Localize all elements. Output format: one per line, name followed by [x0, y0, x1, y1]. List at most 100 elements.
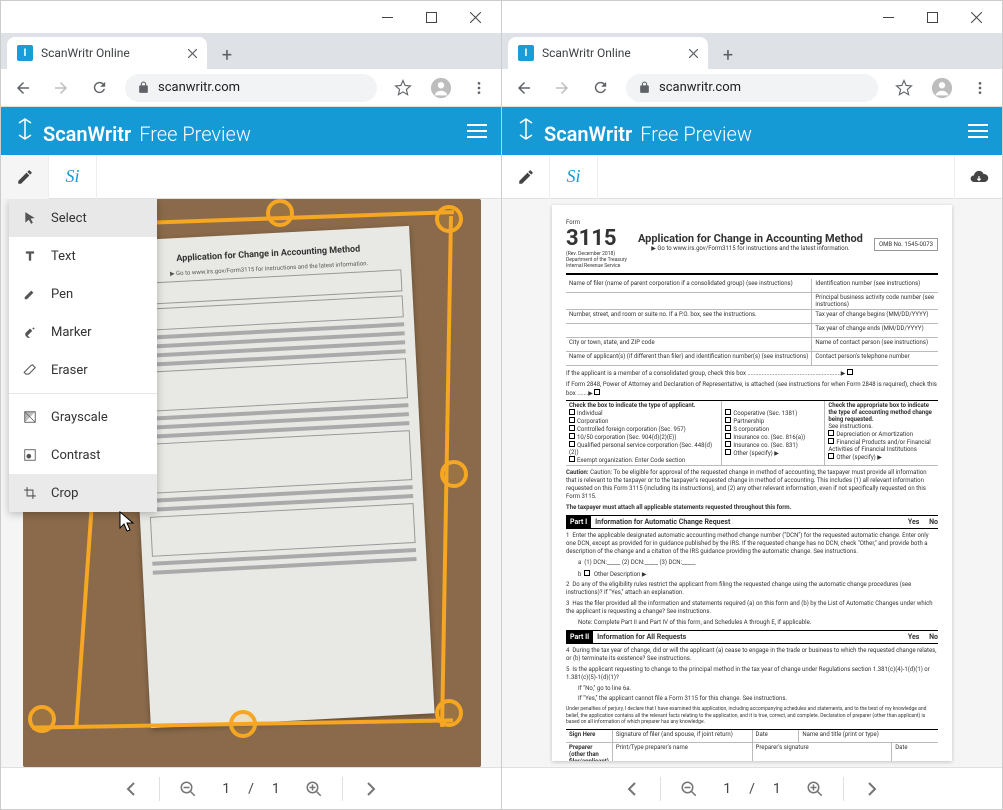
menu-separator: [9, 393, 157, 394]
brand-subtitle: Free Preview: [640, 122, 752, 146]
prev-page-button[interactable]: [109, 773, 153, 805]
select-tool-item[interactable]: Select: [9, 199, 157, 237]
zoom-out-button[interactable]: [166, 773, 210, 805]
marker-label: Marker: [51, 325, 92, 340]
app-toolbar: Si: [1, 155, 501, 199]
tab-title: ScanWritr Online: [41, 46, 180, 60]
scanned-document: Application for Change in Accounting Met…: [125, 226, 434, 729]
page-total: 1: [773, 781, 781, 797]
window-titlebar: [1, 1, 501, 33]
contrast-tool-item[interactable]: Contrast: [9, 436, 157, 474]
brand-subtitle: Free Preview: [139, 122, 251, 146]
text-tool-item[interactable]: Text: [9, 237, 157, 275]
crop-handle-tr[interactable]: [435, 205, 463, 233]
cleaned-document[interactable]: Form 3115 (Rev. December 2018)Department…: [552, 205, 952, 761]
window-minimize-button[interactable]: [365, 3, 409, 31]
hamburger-button[interactable]: [467, 124, 487, 138]
reload-button[interactable]: [87, 76, 111, 100]
app-toolbar: Si: [502, 155, 1002, 199]
crop-handle-bm[interactable]: [229, 710, 257, 738]
zoom-in-button[interactable]: [292, 773, 336, 805]
omnibox[interactable]: scanwritr.com: [125, 74, 377, 102]
browser-tab[interactable]: I ScanWritr Online: [508, 37, 708, 69]
zoom-out-button[interactable]: [667, 773, 711, 805]
menu-button[interactable]: [968, 76, 992, 100]
browser-window-right: I ScanWritr Online + scanwritr.com ScanW…: [502, 0, 1003, 810]
back-button[interactable]: [512, 76, 536, 100]
eraser-label: Eraser: [51, 363, 88, 378]
window-maximize-button[interactable]: [910, 3, 954, 31]
window-close-button[interactable]: [954, 3, 998, 31]
grayscale-tool-item[interactable]: Grayscale: [9, 398, 157, 436]
crop-label: Crop: [51, 486, 78, 501]
tab-close-icon[interactable]: [188, 49, 197, 58]
profile-button[interactable]: [930, 76, 954, 100]
forward-button[interactable]: [550, 76, 574, 100]
edit-tool-button[interactable]: [502, 155, 550, 199]
pen-label: Pen: [51, 287, 73, 302]
reload-button[interactable]: [588, 76, 612, 100]
form-prefix: Form: [566, 219, 627, 226]
signature-tool-button[interactable]: Si: [550, 155, 598, 199]
bookmark-button[interactable]: [892, 76, 916, 100]
document-viewport: Select Text Pen Marker Eraser Grayscal: [1, 199, 501, 767]
new-tab-button[interactable]: +: [213, 41, 241, 69]
pen-icon: [21, 285, 39, 303]
crop-handle-bl[interactable]: [28, 705, 56, 733]
tab-strip: I ScanWritr Online +: [502, 33, 1002, 69]
text-icon: [21, 247, 39, 265]
tools-dropdown-menu: Select Text Pen Marker Eraser Grayscal: [9, 199, 157, 512]
lock-icon: [137, 81, 150, 94]
browser-window-left: I ScanWritr Online + scanwritr.com ScanW…: [0, 0, 502, 810]
eraser-icon: [21, 361, 39, 379]
signature-tool-button[interactable]: Si: [49, 155, 97, 199]
zoom-in-button[interactable]: [793, 773, 837, 805]
menu-button[interactable]: [467, 76, 491, 100]
window-close-button[interactable]: [453, 3, 497, 31]
forward-button[interactable]: [49, 76, 73, 100]
page-sep: /: [248, 781, 254, 797]
crop-icon: [21, 484, 39, 502]
pager-bar: 1 / 1: [502, 767, 1002, 809]
edit-tool-button[interactable]: [1, 155, 49, 199]
app-header: ScanWritr Free Preview: [1, 107, 501, 155]
crop-handle-br[interactable]: [435, 699, 463, 727]
hamburger-button[interactable]: [968, 124, 988, 138]
browser-tab[interactable]: I ScanWritr Online: [7, 37, 207, 69]
next-page-button[interactable]: [349, 773, 393, 805]
text-label: Text: [51, 249, 76, 264]
pager-bar: 1 / 1: [1, 767, 501, 809]
marker-tool-item[interactable]: Marker: [9, 313, 157, 351]
back-button[interactable]: [11, 76, 35, 100]
address-bar: scanwritr.com: [1, 69, 501, 107]
crop-handle-tm[interactable]: [266, 199, 294, 227]
profile-button[interactable]: [429, 76, 453, 100]
cursor-icon: [21, 209, 39, 227]
window-maximize-button[interactable]: [409, 3, 453, 31]
new-tab-button[interactable]: +: [714, 41, 742, 69]
form-number: 3115: [566, 226, 627, 251]
app-brand: ScanWritr Free Preview: [516, 117, 752, 146]
page-current: 1: [222, 781, 230, 797]
url-text: scanwritr.com: [659, 80, 741, 95]
page-current: 1: [723, 781, 731, 797]
cloud-download-button[interactable]: [954, 155, 1002, 199]
prev-page-button[interactable]: [610, 773, 654, 805]
eraser-tool-item[interactable]: Eraser: [9, 351, 157, 389]
window-minimize-button[interactable]: [866, 3, 910, 31]
lock-icon: [638, 81, 651, 94]
crop-handle-mr[interactable]: [440, 460, 468, 488]
tab-close-icon[interactable]: [689, 49, 698, 58]
app-brand: ScanWritr Free Preview: [15, 117, 251, 146]
url-text: scanwritr.com: [158, 80, 240, 95]
omnibox[interactable]: scanwritr.com: [626, 74, 878, 102]
grayscale-icon: [21, 408, 39, 426]
next-page-button[interactable]: [850, 773, 894, 805]
bookmark-button[interactable]: [391, 76, 415, 100]
form-link: ▶ Go to www.irs.gov/Form3115 for instruc…: [635, 245, 866, 252]
tab-strip: I ScanWritr Online +: [1, 33, 501, 69]
contrast-icon: [21, 446, 39, 464]
crop-tool-item[interactable]: Crop: [9, 474, 157, 512]
page-sep: /: [749, 781, 755, 797]
pen-tool-item[interactable]: Pen: [9, 275, 157, 313]
